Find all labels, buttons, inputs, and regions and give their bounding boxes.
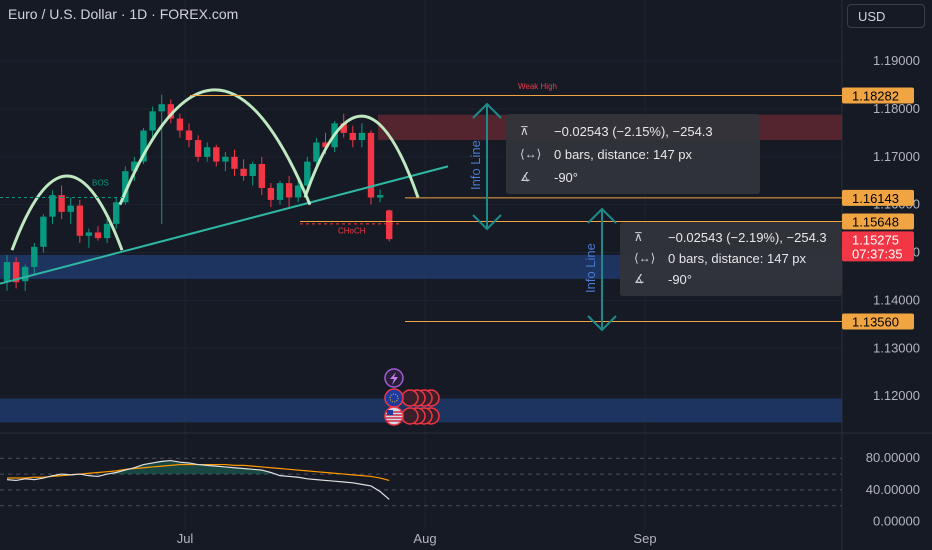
candle xyxy=(295,185,302,198)
info-angle: -90° xyxy=(668,272,692,287)
info-delta: −0.02543 (−2.19%), −254.3 xyxy=(668,230,827,245)
candle xyxy=(240,168,247,176)
candle xyxy=(31,246,38,267)
candle xyxy=(213,147,220,162)
candle xyxy=(149,111,156,131)
time-tick: Aug xyxy=(413,531,436,546)
chart-title: Euro / U.S. Dollar · 1D · FOREX.com xyxy=(8,6,239,22)
price-tag-label: 1.13560 xyxy=(852,314,899,329)
candle xyxy=(40,216,47,247)
price-tick: 1.19000 xyxy=(873,53,920,68)
bos-label: BOS xyxy=(92,179,109,188)
info-box-1[interactable]: ⊼ −0.02543 (−2.15%), −254.3 ⟨↔⟩ 0 bars, … xyxy=(506,114,760,194)
osc-tick: 40.00000 xyxy=(866,482,920,497)
osc-tick: 0.00000 xyxy=(873,514,920,529)
info-angle: -90° xyxy=(554,170,578,185)
eu-flag-icon xyxy=(384,388,404,408)
candle xyxy=(85,232,93,236)
weak-high-label: Weak High xyxy=(518,82,557,91)
price-axis: 1.190001.180001.170001.160001.150001.140… xyxy=(842,53,920,529)
price-tick: 1.14000 xyxy=(873,292,920,307)
candle xyxy=(204,147,211,157)
candle xyxy=(349,132,356,141)
currency-button[interactable]: USD xyxy=(847,4,925,28)
candle xyxy=(358,132,366,141)
candle xyxy=(222,156,229,162)
angle-icon: ∡ xyxy=(634,272,645,286)
angle-icon: ∡ xyxy=(520,170,531,184)
price-tag-label: 1.16143 xyxy=(852,191,899,206)
us-flag-canton xyxy=(387,410,393,415)
price-tag-label: 1.18282 xyxy=(852,88,899,103)
info-bars: 0 bars, distance: 147 px xyxy=(554,147,693,162)
candle xyxy=(103,223,111,239)
candle xyxy=(113,202,120,224)
candle xyxy=(258,164,265,188)
time-tick: Jul xyxy=(177,531,194,546)
candle xyxy=(285,183,293,198)
last-price-label: 1.15275 xyxy=(852,232,899,247)
price-tick: 1.13000 xyxy=(873,340,920,355)
candle xyxy=(22,266,29,282)
info-bars: 0 bars, distance: 147 px xyxy=(668,251,807,266)
horizontal-range-icon: ⟨↔⟩ xyxy=(634,251,656,265)
oscillator-pane xyxy=(0,457,842,507)
choch-label: CHoCH xyxy=(338,226,366,235)
candle xyxy=(185,130,193,141)
candle xyxy=(231,156,238,169)
flag-event-stack xyxy=(401,407,419,425)
event-markers xyxy=(384,368,440,426)
candle xyxy=(376,195,384,198)
vertical-range-icon: ⊼ xyxy=(634,230,643,244)
info-line-label-1: Info Line xyxy=(468,140,483,190)
countdown-label: 07:37:35 xyxy=(852,246,903,261)
candle xyxy=(158,104,165,112)
candle xyxy=(3,262,11,282)
candle xyxy=(67,205,74,212)
info-delta: −0.02543 (−2.15%), −254.3 xyxy=(554,124,713,139)
candle xyxy=(49,195,56,217)
us-flag-icon xyxy=(384,406,404,426)
candle xyxy=(276,183,284,200)
price-tick: 1.12000 xyxy=(873,388,920,403)
price-tick: 1.17000 xyxy=(873,149,920,164)
time-axis: Jul Aug Sep xyxy=(177,531,657,546)
candle xyxy=(267,187,275,200)
candle xyxy=(194,140,202,157)
candle xyxy=(313,142,320,162)
candle xyxy=(176,118,184,131)
osc-overbought-fill xyxy=(7,460,390,475)
price-tag-label: 1.15648 xyxy=(852,215,899,230)
time-tick: Sep xyxy=(633,531,656,546)
info-line-label-2: Info Line xyxy=(583,243,598,293)
vertical-range-icon: ⊼ xyxy=(520,124,529,138)
candle xyxy=(94,232,102,239)
horizontal-range-icon: ⟨↔⟩ xyxy=(520,147,542,161)
candle xyxy=(249,164,256,176)
osc-tick: 80.00000 xyxy=(866,450,920,465)
candle xyxy=(76,205,83,236)
candle xyxy=(386,210,393,240)
flag-event-stack xyxy=(401,389,419,407)
info-box-2[interactable]: ⊼ −0.02543 (−2.19%), −254.3 ⟨↔⟩ 0 bars, … xyxy=(620,222,842,296)
